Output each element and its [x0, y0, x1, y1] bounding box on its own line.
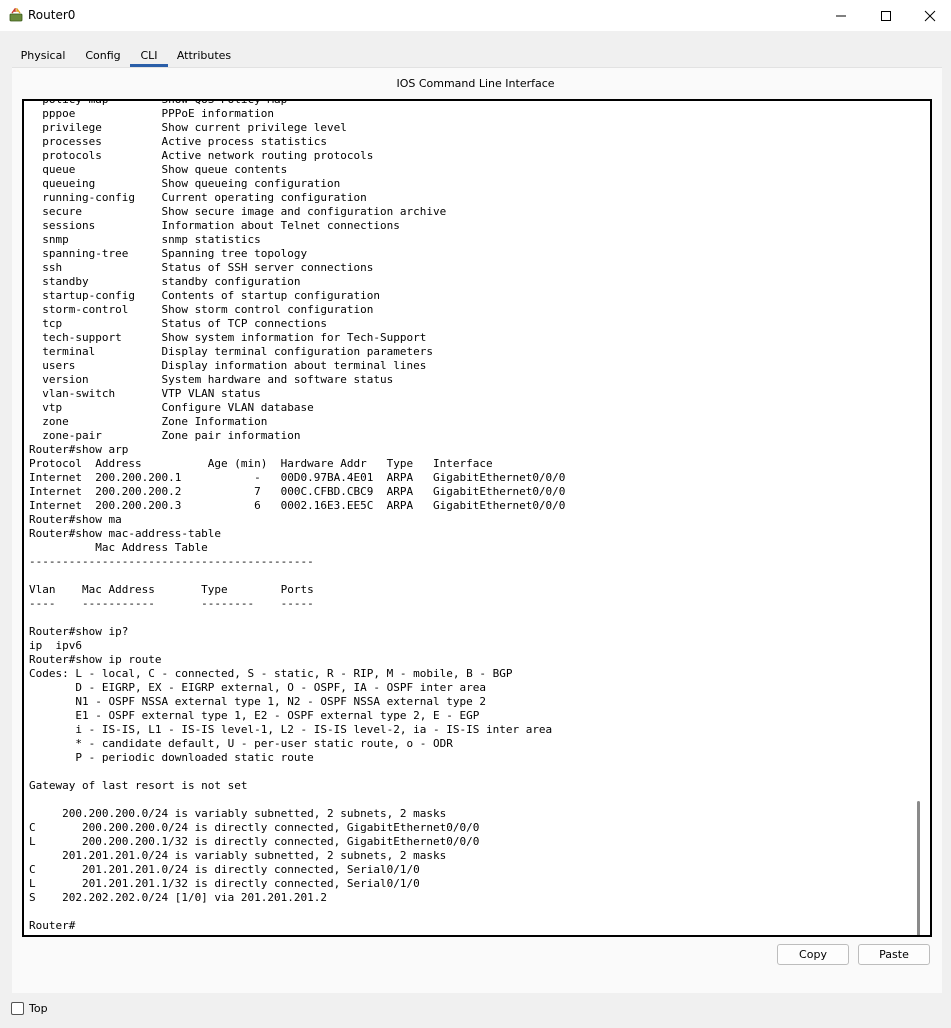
active-tab-indicator [130, 64, 168, 67]
terminal-line: Router#show ma [29, 513, 122, 526]
terminal-line: version System hardware and software sta… [29, 373, 394, 386]
terminal-line: Router#show ip route [29, 653, 162, 666]
terminal-scrollbar[interactable] [917, 801, 920, 935]
terminal-line: i - IS-IS, L1 - IS-IS level-1, L2 - IS-I… [29, 723, 553, 736]
terminal-line: N1 - OSPF NSSA external type 1, N2 - OSP… [29, 695, 486, 708]
terminal-line: Gateway of last resort is not set [29, 779, 248, 792]
router-icon [8, 6, 24, 24]
terminal-line: S 202.202.202.0/24 [1/0] via 201.201.201… [29, 891, 328, 904]
cli-terminal[interactable]: policy-map Show QoS Policy Map pppoe PPP… [22, 99, 932, 937]
terminal-line: vtp Configure VLAN database [29, 401, 314, 414]
terminal-line: 200.200.200.0/24 is variably subnetted, … [29, 807, 447, 820]
terminal-line: processes Active process statistics [29, 135, 328, 148]
terminal-line: Protocol Address Age (min) Hardware Addr… [29, 457, 493, 470]
terminal-line: E1 - OSPF external type 1, E2 - OSPF ext… [29, 709, 480, 722]
terminal-line: 201.201.201.0/24 is variably subnetted, … [29, 849, 447, 862]
terminal-line: Mac Address Table [29, 541, 208, 554]
terminal-line: queueing Show queueing configuration [29, 177, 341, 190]
tab-attributes[interactable]: Attributes [174, 45, 234, 67]
terminal-line: running-config Current operating configu… [29, 191, 367, 204]
terminal-line: C 200.200.200.0/24 is directly connected… [29, 821, 480, 834]
terminal-line: Router#show arp [29, 443, 129, 456]
terminal-line: C 201.201.201.0/24 is directly connected… [29, 863, 420, 876]
close-button[interactable] [907, 0, 951, 31]
terminal-output: policy-map Show QoS Policy Map pppoe PPP… [29, 99, 909, 933]
tab-config[interactable]: Config [82, 45, 124, 67]
terminal-line: Internet 200.200.200.3 6 0002.16E3.EE5C … [29, 499, 566, 512]
paste-button[interactable]: Paste [858, 944, 930, 965]
terminal-line: vlan-switch VTP VLAN status [29, 387, 261, 400]
terminal-line: L 200.200.200.1/32 is directly connected… [29, 835, 480, 848]
maximize-button[interactable] [863, 0, 909, 31]
close-icon [924, 10, 936, 21]
terminal-line: terminal Display terminal configuration … [29, 345, 433, 358]
terminal-line: queue Show queue contents [29, 163, 288, 176]
terminal-line: snmp snmp statistics [29, 233, 261, 246]
terminal-line: Router#show mac-address-table [29, 527, 222, 540]
terminal-line: ----------------------------------------… [29, 555, 314, 568]
terminal-line: ---- ----------- -------- ----- [29, 597, 314, 610]
terminal-line: policy-map Show QoS Policy Map [29, 99, 288, 106]
terminal-line: Codes: L - local, C - connected, S - sta… [29, 667, 513, 680]
terminal-line: secure Show secure image and configurati… [29, 205, 447, 218]
terminal-line: tcp Status of TCP connections [29, 317, 328, 330]
terminal-line: L 201.201.201.1/32 is directly connected… [29, 877, 420, 890]
top-checkbox-label: Top [29, 1002, 48, 1015]
terminal-line: D - EIGRP, EX - EIGRP external, O - OSPF… [29, 681, 486, 694]
terminal-line: protocols Active network routing protoco… [29, 149, 374, 162]
terminal-line: zone-pair Zone pair information [29, 429, 301, 442]
terminal-line: privilege Show current privilege level [29, 121, 347, 134]
terminal-line: P - periodic downloaded static route [29, 751, 314, 764]
terminal-line: Internet 200.200.200.2 7 000C.CFBD.CBC9 … [29, 485, 566, 498]
terminal-line: tech-support Show system information for… [29, 331, 427, 344]
terminal-line: startup-config Contents of startup confi… [29, 289, 380, 302]
terminal-line: pppoe PPPoE information [29, 107, 275, 120]
copy-button[interactable]: Copy [777, 944, 849, 965]
terminal-line: standby standby configuration [29, 275, 301, 288]
cli-heading: IOS Command Line Interface [396, 77, 555, 90]
maximize-icon [881, 10, 891, 21]
minimize-icon [836, 15, 846, 16]
terminal-line: sessions Information about Telnet connec… [29, 219, 400, 232]
terminal-line: Vlan Mac Address Type Ports [29, 583, 314, 596]
terminal-line: zone Zone Information [29, 415, 268, 428]
terminal-line: storm-control Show storm control configu… [29, 303, 374, 316]
terminal-line: Internet 200.200.200.1 - 00D0.97BA.4E01 … [29, 471, 566, 484]
tab-physical[interactable]: Physical [14, 45, 72, 67]
terminal-line: spanning-tree Spanning tree topology [29, 247, 308, 260]
terminal-line: users Display information about terminal… [29, 359, 427, 372]
terminal-line: * - candidate default, U - per-user stat… [29, 737, 453, 750]
top-checkbox[interactable] [11, 1002, 24, 1015]
terminal-line: ip ipv6 [29, 639, 82, 652]
terminal-line: Router#show ip? [29, 625, 129, 638]
window-title: Router0 [28, 8, 76, 22]
terminal-line: ssh Status of SSH server connections [29, 261, 374, 274]
minimize-button[interactable] [818, 0, 864, 31]
terminal-line: Router# [29, 919, 76, 932]
title-bar: Router0 [0, 0, 951, 31]
